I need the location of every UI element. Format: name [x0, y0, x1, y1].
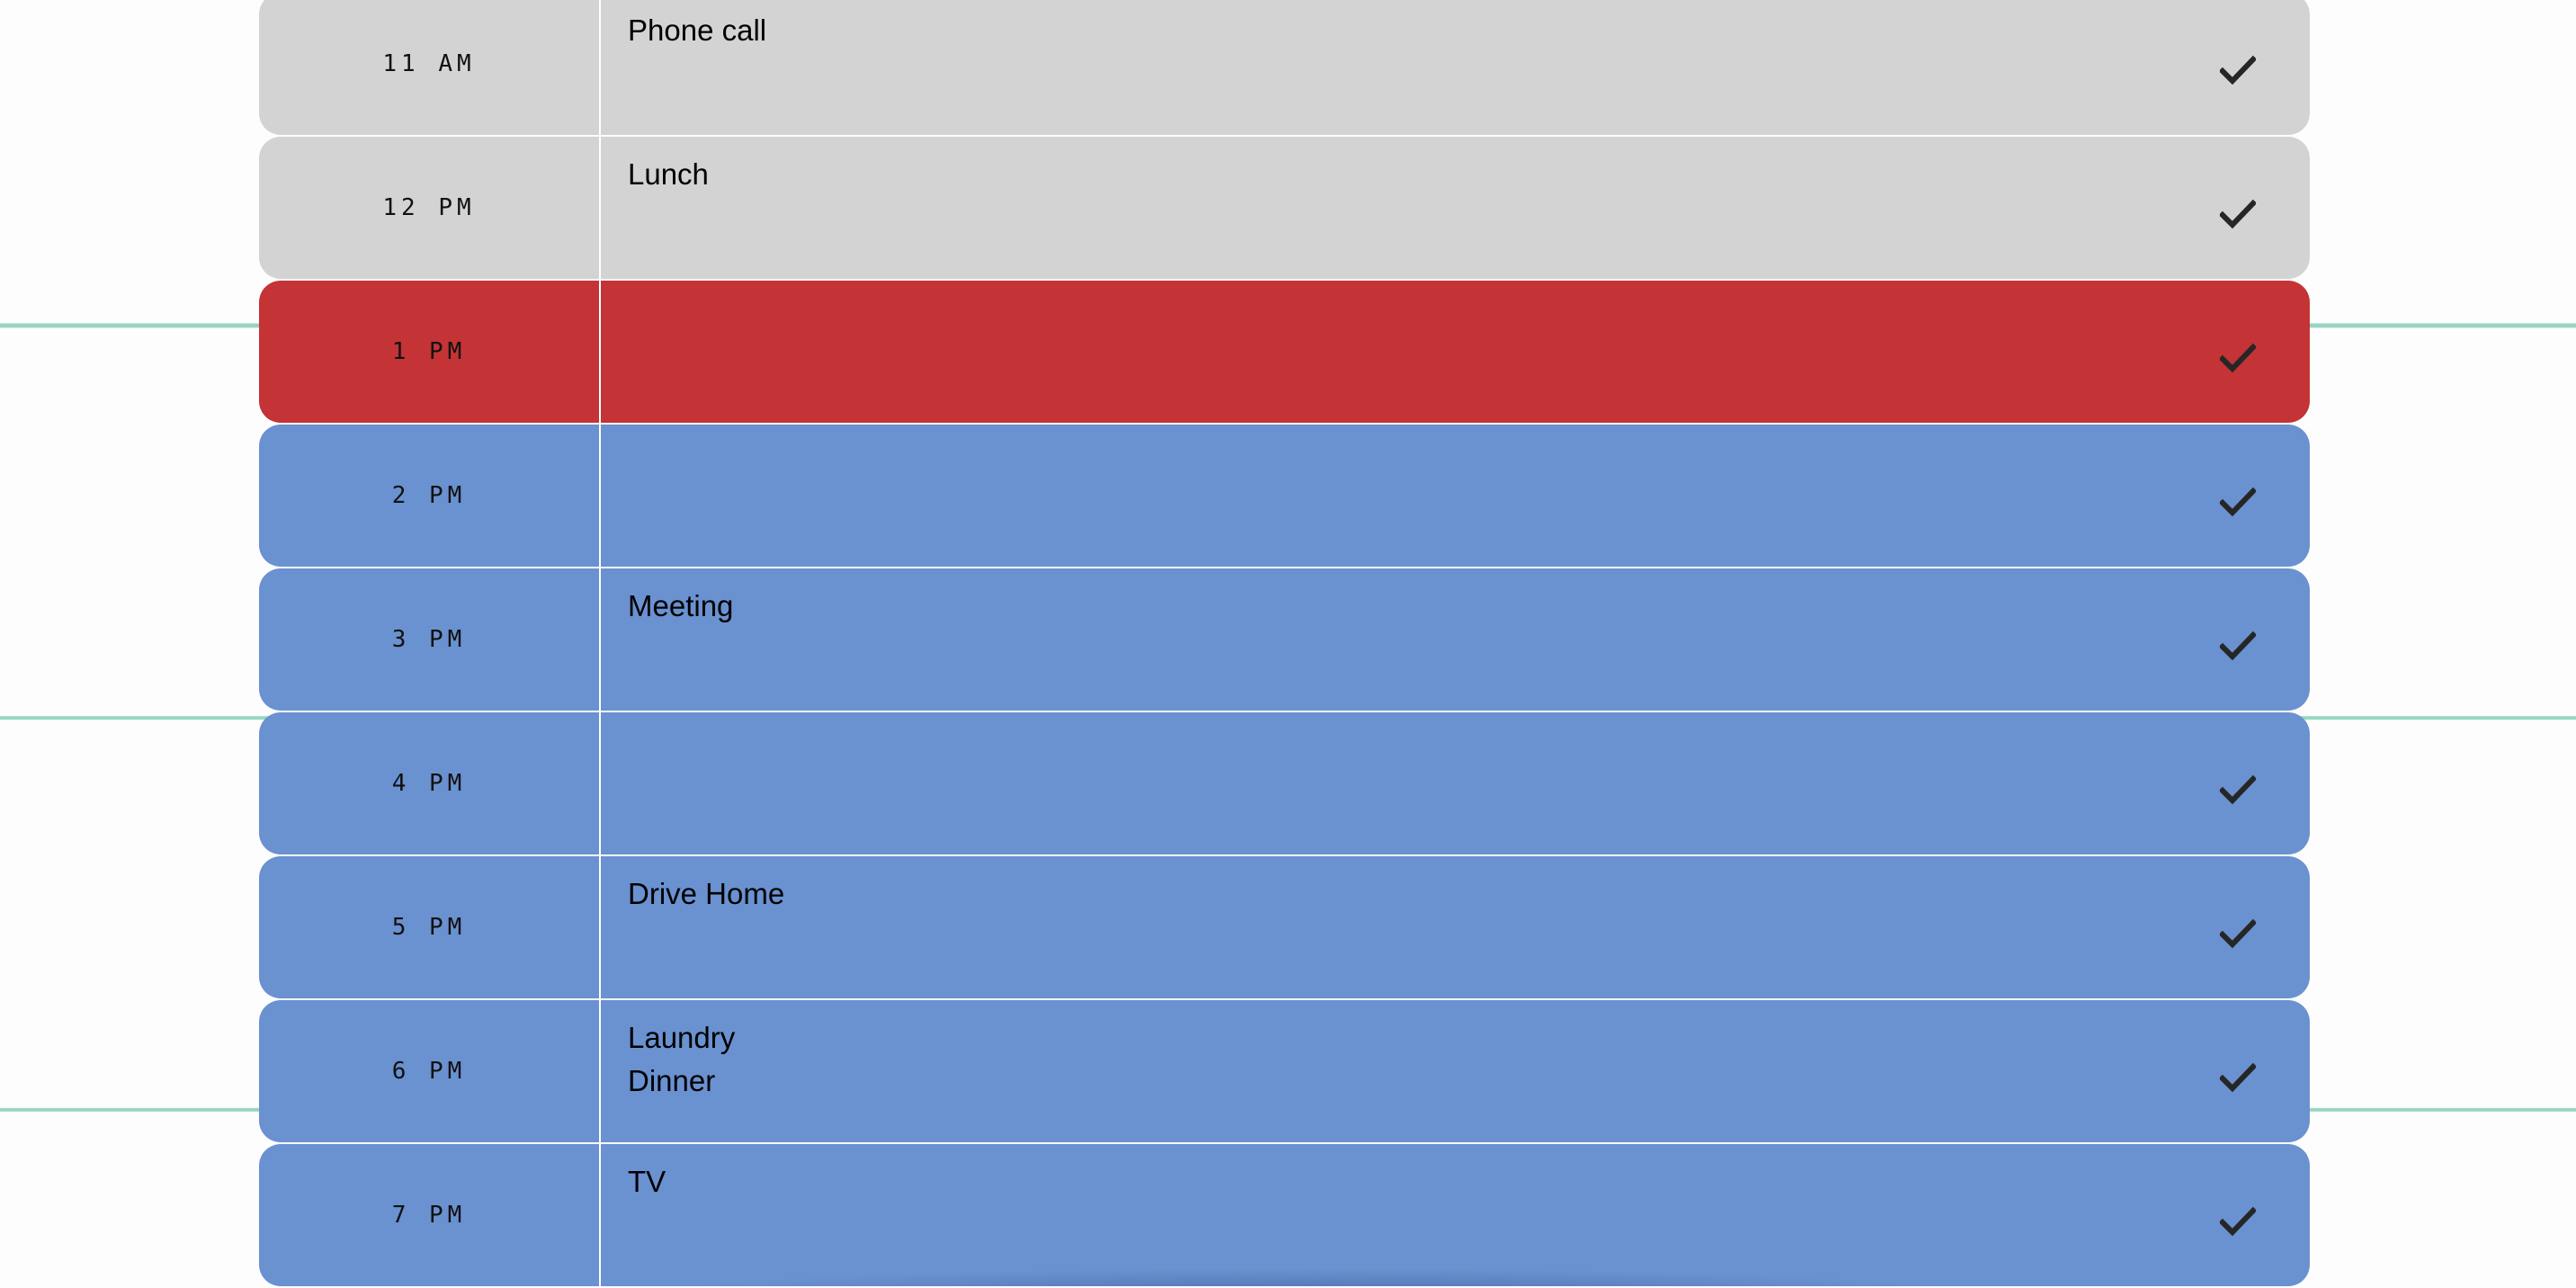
save-button[interactable]: [2166, 568, 2310, 711]
save-button[interactable]: [2166, 1000, 2310, 1142]
save-button[interactable]: [2166, 137, 2310, 279]
check-icon: [2220, 774, 2256, 805]
save-button[interactable]: [2166, 0, 2310, 135]
hour-label: 1 PM: [259, 281, 601, 423]
time-block-4pm: 4 PM: [259, 712, 2310, 854]
check-icon: [2220, 343, 2256, 373]
save-button[interactable]: [2166, 712, 2310, 854]
save-button[interactable]: [2166, 1144, 2310, 1286]
hour-label: 3 PM: [259, 568, 601, 711]
event-description-input[interactable]: [601, 712, 2166, 854]
check-icon: [2220, 55, 2256, 85]
hour-label: 6 PM: [259, 1000, 601, 1142]
hour-label: 4 PM: [259, 712, 601, 854]
event-description-input[interactable]: Laundry Dinner: [601, 1000, 2166, 1142]
hour-label: 2 PM: [259, 425, 601, 567]
hour-label: 11 AM: [259, 0, 601, 135]
time-block-11am: 11 AM Phone call: [259, 0, 2310, 135]
check-icon: [2220, 1206, 2256, 1237]
time-block-3pm: 3 PM Meeting: [259, 568, 2310, 711]
check-icon: [2220, 487, 2256, 517]
time-block-7pm: 7 PM TV: [259, 1144, 2310, 1286]
check-icon: [2220, 631, 2256, 661]
time-block-1pm: 1 PM: [259, 281, 2310, 423]
time-block-12pm: 12 PM Lunch: [259, 137, 2310, 279]
event-description-input[interactable]: Lunch: [601, 137, 2166, 279]
hour-label: 5 PM: [259, 856, 601, 998]
event-description-input[interactable]: [601, 425, 2166, 567]
save-button[interactable]: [2166, 281, 2310, 423]
event-description-input[interactable]: TV: [601, 1144, 2166, 1286]
hour-label: 7 PM: [259, 1144, 601, 1286]
event-description-input[interactable]: Phone call: [601, 0, 2166, 135]
event-description-input[interactable]: [601, 281, 2166, 423]
day-planner: 11 AM Phone call 12 PM Lunch 1 PM 2 PM 3…: [259, 0, 2310, 1288]
check-icon: [2220, 199, 2256, 229]
check-icon: [2220, 918, 2256, 949]
check-icon: [2220, 1062, 2256, 1093]
time-block-2pm: 2 PM: [259, 425, 2310, 567]
time-block-6pm: 6 PM Laundry Dinner: [259, 1000, 2310, 1142]
hour-label: 12 PM: [259, 137, 601, 279]
event-description-input[interactable]: Drive Home: [601, 856, 2166, 998]
save-button[interactable]: [2166, 856, 2310, 998]
event-description-input[interactable]: Meeting: [601, 568, 2166, 711]
save-button[interactable]: [2166, 425, 2310, 567]
time-block-5pm: 5 PM Drive Home: [259, 856, 2310, 998]
